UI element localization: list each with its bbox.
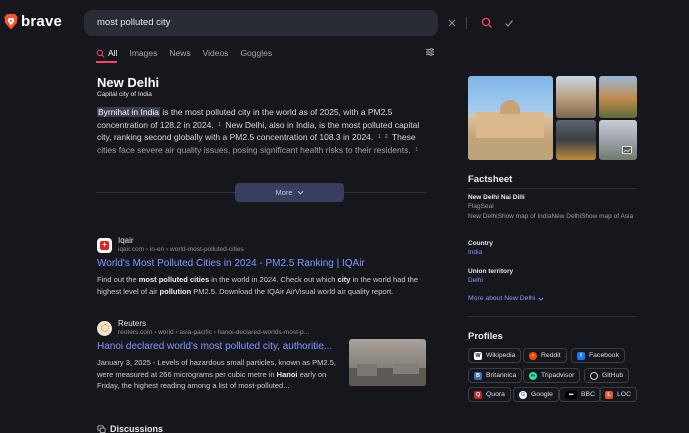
tab-label: News <box>169 48 191 58</box>
discussions-heading: Discussions <box>97 424 163 433</box>
more-button[interactable]: More <box>235 183 344 202</box>
answer-title: New Delhi <box>97 75 160 90</box>
tripadvisor-icon: ∞ <box>529 371 537 380</box>
search-divider <box>466 17 467 29</box>
citation-badge[interactable]: 1 <box>218 119 221 132</box>
facebook-icon: f <box>577 351 585 360</box>
search-icon[interactable] <box>480 16 494 30</box>
search-tabs: All Images News Videos Goggles <box>96 48 272 63</box>
tab-label: All <box>108 48 118 58</box>
result-title-link[interactable]: Hanoi declared world's most polluted cit… <box>97 341 342 352</box>
fact-union-territory: Union territory Delhi <box>468 267 638 286</box>
result-source[interactable]: + Iqair iqair.com › in-en › world-most-p… <box>97 236 427 254</box>
more-label: More <box>275 188 293 197</box>
tab-images[interactable]: Images <box>129 48 157 63</box>
tab-all[interactable]: All <box>96 48 118 63</box>
github-icon <box>590 371 598 380</box>
wikipedia-icon: W <box>474 351 482 360</box>
answer-subtitle: Capital city of India <box>97 91 152 98</box>
profile-reddit[interactable]: • Reddit <box>523 348 567 363</box>
britannica-icon: B <box>474 371 482 380</box>
search-input[interactable]: most polluted city <box>97 17 170 28</box>
sliders-icon[interactable] <box>425 47 435 57</box>
profile-google[interactable]: G Google <box>513 387 559 402</box>
result-site-name: Reuters <box>118 319 147 328</box>
union-territory-link[interactable]: Delhi <box>468 276 638 285</box>
profile-britannica[interactable]: B Britannica <box>468 368 523 383</box>
profile-facebook[interactable]: f Facebook <box>571 348 625 363</box>
brand-name: brave <box>21 13 63 30</box>
brave-logo[interactable]: brave <box>4 13 62 30</box>
profile-loc[interactable]: L LOC <box>599 387 637 402</box>
result-url: iqair.com › in-en › world-most-polluted-… <box>118 246 244 253</box>
profile-wikipedia[interactable]: W Wikipedia <box>468 348 522 363</box>
factsheet-title: Factsheet <box>468 174 513 185</box>
answer-fade <box>96 142 428 170</box>
tab-goggles[interactable]: Goggles <box>240 48 272 63</box>
search-result: Reuters reuters.com › world › asia-pacif… <box>97 319 342 392</box>
tab-label: Images <box>129 48 158 58</box>
gallery-icon <box>622 146 632 154</box>
akshardham-photo[interactable] <box>556 76 596 118</box>
chat-bubbles-icon <box>97 424 106 433</box>
divider <box>468 188 636 189</box>
clear-icon[interactable] <box>445 16 459 30</box>
country-link[interactable]: India <box>468 248 638 257</box>
fact-country: Country India <box>468 239 638 258</box>
profile-tripadvisor[interactable]: ∞ Tripadvisor <box>523 368 581 383</box>
profiles-title: Profiles <box>468 331 503 342</box>
quora-icon: Q <box>474 390 482 399</box>
chevron-down-icon <box>538 297 544 301</box>
bbc-icon: ▪▪▪ <box>565 390 577 399</box>
brave-lion-icon <box>4 14 18 30</box>
search-icon <box>96 49 105 57</box>
tab-label: Videos <box>202 48 229 58</box>
result-site-name: Iqair <box>118 236 134 245</box>
city-night-photo[interactable] <box>556 120 596 160</box>
result-description: January 3, 2025 - Levels of hazardous sm… <box>97 358 336 391</box>
tab-videos[interactable]: Videos <box>203 48 229 63</box>
answer-highlight: Byrnihat in India <box>97 107 160 117</box>
new-delhi-main-photo[interactable] <box>468 76 553 160</box>
search-bar[interactable]: most polluted city <box>84 10 513 36</box>
tab-label: Goggles <box>240 48 273 58</box>
chevron-down-icon <box>297 190 304 195</box>
search-result: + Iqair iqair.com › in-en › world-most-p… <box>97 236 427 297</box>
profile-bbc[interactable]: ▪▪▪ BBC <box>559 387 601 402</box>
skyline-photo[interactable] <box>599 120 637 160</box>
google-icon: G <box>519 390 527 399</box>
profile-github[interactable]: GitHub <box>584 368 630 383</box>
reddit-icon: • <box>529 351 537 360</box>
result-thumbnail[interactable] <box>349 339 426 386</box>
india-gate-photo[interactable] <box>599 76 637 118</box>
iqair-icon: + <box>97 237 112 253</box>
profile-quora[interactable]: Q Quora <box>468 387 511 402</box>
divider <box>468 316 636 317</box>
result-description: Find out the most polluted cities in the… <box>97 275 419 296</box>
reuters-icon <box>97 320 112 336</box>
check-icon[interactable] <box>502 16 516 30</box>
loc-icon: L <box>605 390 613 399</box>
fact-name: New Delhi Nai Dilli FlagSeal New DelhiSh… <box>468 194 634 220</box>
result-url: reuters.com › world › asia-pacific › han… <box>118 329 310 336</box>
result-title-link[interactable]: World's Most Polluted Cities in 2024 - P… <box>97 258 427 269</box>
result-source[interactable]: Reuters reuters.com › world › asia-pacif… <box>97 319 342 337</box>
more-about-link[interactable]: More about New Delhi <box>468 295 544 302</box>
tab-news[interactable]: News <box>169 48 190 63</box>
